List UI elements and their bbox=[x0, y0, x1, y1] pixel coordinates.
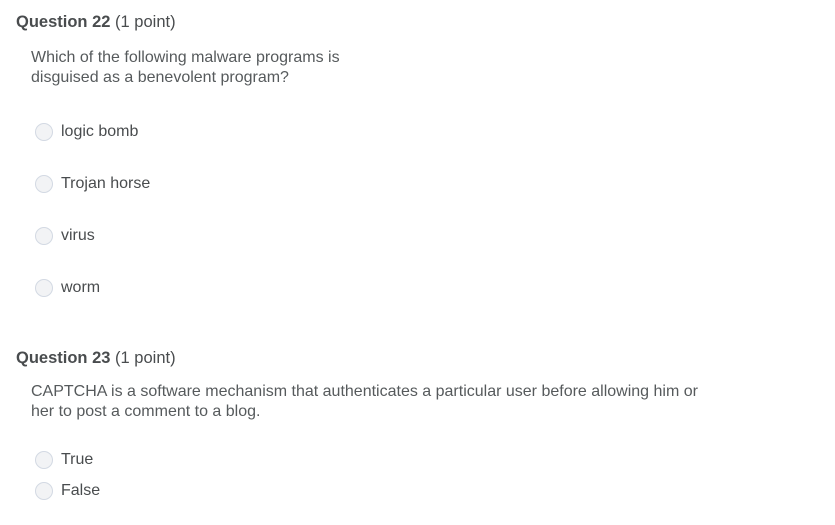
question-text-line: CAPTCHA is a software mechanism that aut… bbox=[31, 383, 698, 400]
question-header: Question 23 (1 point) bbox=[16, 349, 176, 368]
option-worm[interactable]: worm bbox=[35, 277, 100, 299]
option-logic-bomb[interactable]: logic bomb bbox=[35, 121, 138, 143]
radio-button[interactable] bbox=[35, 482, 53, 500]
question-points: (1 point) bbox=[115, 349, 176, 367]
question-text-line: disguised as a benevolent program? bbox=[31, 69, 289, 86]
option-true[interactable]: True bbox=[35, 449, 93, 471]
option-label: virus bbox=[61, 227, 95, 244]
question-number: Question 22 bbox=[16, 13, 111, 31]
option-virus[interactable]: virus bbox=[35, 225, 95, 247]
question-header: Question 22 (1 point) bbox=[16, 13, 176, 32]
question-points: (1 point) bbox=[115, 13, 176, 31]
radio-button[interactable] bbox=[35, 227, 53, 245]
option-label: False bbox=[61, 482, 101, 499]
option-label: True bbox=[61, 451, 94, 468]
option-trojan-horse[interactable]: Trojan horse bbox=[35, 173, 150, 195]
radio-button[interactable] bbox=[35, 175, 53, 193]
radio-button[interactable] bbox=[35, 279, 53, 297]
radio-button[interactable] bbox=[35, 451, 53, 469]
radio-button[interactable] bbox=[35, 123, 53, 141]
question-number: Question 23 bbox=[16, 349, 111, 367]
option-label: logic bomb bbox=[61, 123, 139, 140]
question-text-line: her to post a comment to a blog. bbox=[31, 403, 261, 420]
option-label: Trojan horse bbox=[61, 175, 151, 192]
option-label: worm bbox=[61, 279, 101, 296]
question-text: CAPTCHA is a software mechanism that aut… bbox=[31, 382, 698, 422]
option-false[interactable]: False bbox=[35, 480, 100, 502]
question-text: Which of the following malware programs … bbox=[31, 48, 340, 88]
question-text-line: Which of the following malware programs … bbox=[31, 49, 340, 66]
